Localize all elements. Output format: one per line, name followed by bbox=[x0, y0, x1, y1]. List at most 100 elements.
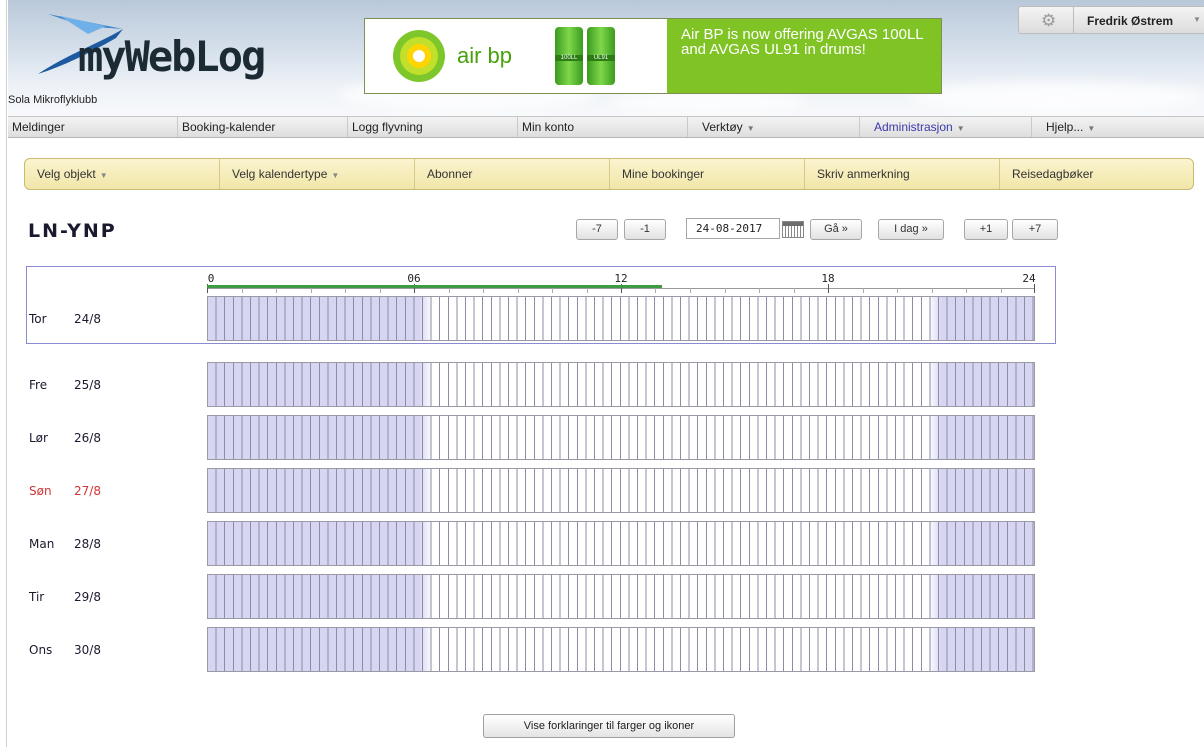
minor-tick bbox=[1001, 288, 1002, 293]
advertisement-banner[interactable]: air bp 100LL UL91 Air BP is now offering… bbox=[364, 18, 942, 94]
date-field[interactable]: 24-08-2017 bbox=[686, 218, 780, 239]
back-1-day-button[interactable]: -1 bbox=[624, 219, 666, 240]
weekday-text: Fre bbox=[29, 378, 48, 392]
menu-label: Meldinger bbox=[12, 120, 65, 134]
chevron-down-icon[interactable]: ▼ bbox=[1193, 15, 1201, 24]
mywebLog-logo[interactable]: myWebLog Sola Mikroflyklubb bbox=[8, 4, 308, 108]
forward-1-day-button[interactable]: +1 bbox=[964, 219, 1008, 240]
hour-tick-label: 06 bbox=[407, 272, 421, 285]
chevron-down-icon: ▼ bbox=[99, 171, 108, 180]
forward-7-days-button[interactable]: +7 bbox=[1012, 219, 1058, 240]
day-label: Søn 27/8 bbox=[29, 484, 101, 498]
date-text: 25/8 bbox=[74, 378, 101, 392]
submenu-abonner[interactable]: Abonner bbox=[415, 159, 610, 189]
gear-icon[interactable]: ⚙ bbox=[1041, 11, 1056, 31]
menu-label: Min konto bbox=[522, 120, 575, 134]
major-tick bbox=[828, 284, 829, 293]
bp-helios-icon bbox=[393, 30, 445, 82]
minor-tick bbox=[276, 288, 277, 293]
bp-brand-text: air bp bbox=[457, 43, 513, 68]
calendar-submenu: Velg objekt ▼ Velg kalendertype ▼ Abonner … bbox=[24, 158, 1194, 190]
hour-axis: 0 06 12 18 24 bbox=[207, 270, 1036, 294]
cloud-decoration bbox=[908, 82, 1204, 112]
submenu-mine-bookinger[interactable]: Mine bookinger bbox=[610, 159, 805, 189]
weekday-text: Søn bbox=[29, 484, 52, 498]
chevron-down-icon: ▼ bbox=[1087, 124, 1096, 133]
submenu-label: Mine bookinger bbox=[622, 167, 705, 181]
weekday-text: Tir bbox=[29, 590, 45, 604]
menu-item-logg-flyvning[interactable]: Logg flyvning bbox=[348, 117, 518, 137]
date-text: 27/8 bbox=[74, 484, 101, 498]
menu-item-min-konto[interactable]: Min konto bbox=[518, 117, 688, 137]
minor-tick bbox=[794, 288, 795, 293]
menu-item-hjelp[interactable]: Hjelp... ▼ bbox=[1032, 117, 1204, 137]
weekday-text: Lør bbox=[29, 431, 48, 445]
date-text: 28/8 bbox=[74, 537, 101, 551]
menu-item-administrasjon[interactable]: Administrasjon ▼ bbox=[860, 117, 1032, 137]
logo-text: myWebLog bbox=[78, 32, 266, 81]
date-text: 26/8 bbox=[74, 431, 101, 445]
major-tick bbox=[1034, 284, 1035, 293]
divider bbox=[1073, 7, 1074, 33]
drum-100ll-icon: 100LL bbox=[555, 27, 583, 85]
main-menu: Meldinger Booking-kalender Logg flyvning… bbox=[8, 116, 1204, 138]
ad-message: Air BP is now offering AVGAS 100LL and A… bbox=[667, 19, 941, 93]
submenu-skriv-anmerkning[interactable]: Skriv anmerkning bbox=[805, 159, 1000, 189]
menu-label: Hjelp... bbox=[1046, 120, 1084, 134]
submenu-label: Abonner bbox=[427, 167, 473, 181]
minor-tick bbox=[966, 288, 967, 293]
minor-tick bbox=[932, 288, 933, 293]
minor-tick bbox=[725, 288, 726, 293]
day-label: Tor 24/8 bbox=[29, 312, 101, 326]
date-text: 29/8 bbox=[74, 590, 101, 604]
minor-tick bbox=[552, 288, 553, 293]
submenu-velg-objekt[interactable]: Velg objekt ▼ bbox=[25, 159, 220, 189]
club-name: Sola Mikroflyklubb bbox=[8, 94, 98, 106]
show-legend-button[interactable]: Vise forklaringer til farger og ikoner bbox=[483, 714, 735, 738]
menu-label: Verktøy bbox=[702, 120, 743, 134]
date-text: 30/8 bbox=[74, 643, 101, 657]
current-time-indicator bbox=[207, 285, 662, 288]
submenu-reisedagboker[interactable]: Reisedagbøker bbox=[1000, 159, 1193, 189]
day-label: Fre 25/8 bbox=[29, 378, 101, 392]
minor-tick bbox=[863, 288, 864, 293]
back-7-days-button[interactable]: -7 bbox=[576, 219, 618, 240]
day-label: Lør 26/8 bbox=[29, 431, 101, 445]
user-menu[interactable]: ⚙ Fredrik Østrem ▼ bbox=[1018, 6, 1204, 34]
minor-tick bbox=[449, 288, 450, 293]
menu-label: Booking-kalender bbox=[182, 120, 276, 134]
menu-item-meldinger[interactable]: Meldinger bbox=[8, 117, 178, 137]
today-button[interactable]: I dag » bbox=[878, 219, 944, 240]
minor-tick bbox=[587, 288, 588, 293]
hour-tick-label: 24 bbox=[1022, 272, 1036, 285]
day-timeline[interactable] bbox=[207, 574, 1035, 619]
ad-left-panel: air bp 100LL UL91 bbox=[365, 19, 667, 93]
hour-tick-label: 18 bbox=[821, 272, 835, 285]
submenu-label: Skriv anmerkning bbox=[817, 167, 910, 181]
day-timeline[interactable] bbox=[207, 521, 1035, 566]
chevron-down-icon: ▼ bbox=[746, 124, 755, 133]
day-label: Tir 29/8 bbox=[29, 590, 101, 604]
menu-item-booking-kalender[interactable]: Booking-kalender bbox=[178, 117, 348, 137]
submenu-velg-kalendertype[interactable]: Velg kalendertype ▼ bbox=[220, 159, 415, 189]
day-timeline[interactable] bbox=[207, 296, 1035, 341]
user-name[interactable]: Fredrik Østrem bbox=[1087, 14, 1173, 28]
minor-tick bbox=[518, 288, 519, 293]
chevron-down-icon: ▼ bbox=[956, 124, 965, 133]
minor-tick bbox=[311, 288, 312, 293]
date-text: 24/8 bbox=[74, 312, 101, 326]
calendar-icon[interactable] bbox=[782, 221, 804, 238]
day-timeline[interactable] bbox=[207, 627, 1035, 672]
minor-tick bbox=[483, 288, 484, 293]
day-timeline[interactable] bbox=[207, 468, 1035, 513]
day-timeline[interactable] bbox=[207, 362, 1035, 407]
drum-label: UL91 bbox=[587, 55, 615, 61]
go-button[interactable]: Gå » bbox=[810, 219, 862, 240]
minor-tick bbox=[655, 288, 656, 293]
chevron-down-icon: ▼ bbox=[331, 171, 340, 180]
menu-item-verktoy[interactable]: Verktøy ▼ bbox=[688, 117, 860, 137]
day-timeline[interactable] bbox=[207, 415, 1035, 460]
day-label: Man 28/8 bbox=[29, 537, 101, 551]
submenu-label: Velg kalendertype bbox=[232, 167, 328, 181]
site-header: myWebLog Sola Mikroflyklubb air bp 100LL… bbox=[8, 0, 1204, 116]
